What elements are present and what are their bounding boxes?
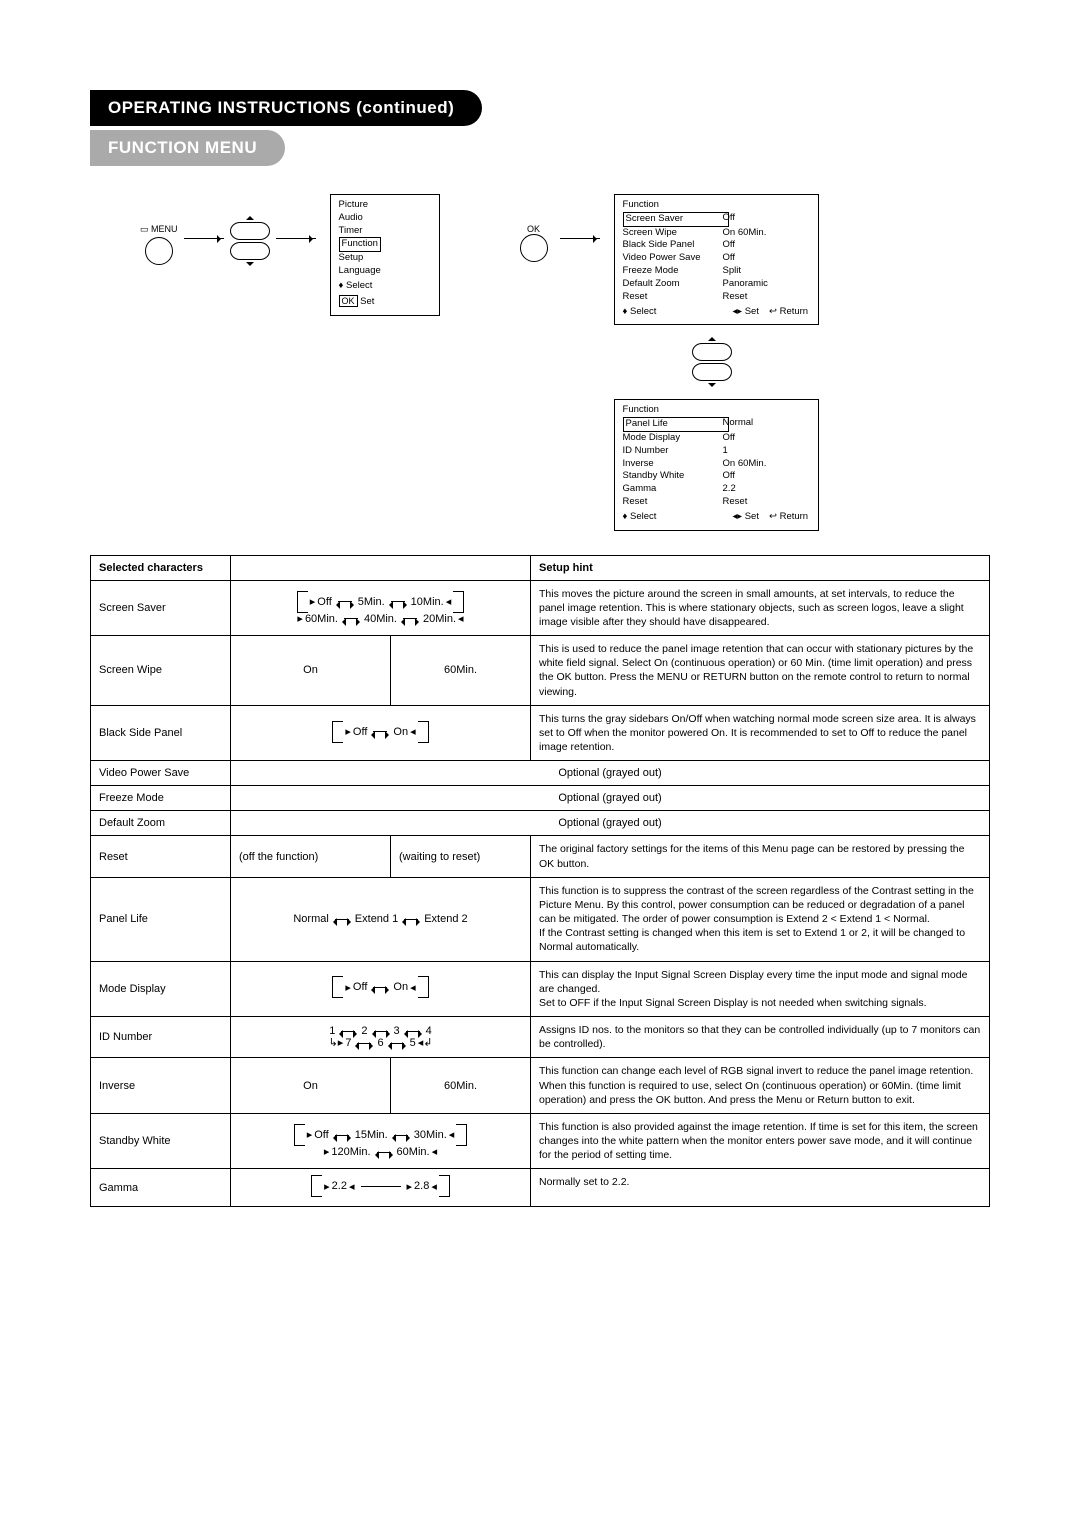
- arrow-right-icon: [184, 238, 224, 239]
- table-row: ID Number 1234 ↳▸765◂↲ Assigns ID nos. t…: [91, 1017, 990, 1058]
- screen-saver-options: ▸Off5Min.10Min.◂ ▸60Min.40Min.20Min.◂: [231, 580, 531, 636]
- table-row: Default Zoom Optional (grayed out): [91, 811, 990, 836]
- table-row: Freeze Mode Optional (grayed out): [91, 786, 990, 811]
- table-row: Panel Life NormalExtend 1Extend 2 This f…: [91, 877, 990, 961]
- table-row: Screen Wipe On 60Min. This is used to re…: [91, 636, 990, 706]
- table-row: Standby White ▸Off15Min.30Min.◂ ▸120Min.…: [91, 1113, 990, 1169]
- osd-menu-list: Picture Audio Timer Function Setup Langu…: [330, 194, 440, 316]
- col-setup-hint: Setup hint: [531, 555, 990, 580]
- heading-main: OPERATING INSTRUCTIONS (continued): [90, 90, 482, 126]
- table-row: Gamma ▸ 2.2 ◂▸ 2.8 ◂ Normally set to 2.2…: [91, 1169, 990, 1207]
- panel-life-options: NormalExtend 1Extend 2: [231, 877, 531, 961]
- navigation-diagram: ▭ MENU Picture Audio Timer Function Setu…: [140, 194, 990, 531]
- table-row: Video Power Save Optional (grayed out): [91, 761, 990, 786]
- function-settings-table: Selected characters Setup hint Screen Sa…: [90, 555, 990, 1208]
- osd-function-page-1: Function Screen SaverOff Screen WipeOn 6…: [614, 194, 820, 325]
- table-row: Screen Saver ▸Off5Min.10Min.◂ ▸60Min.40M…: [91, 580, 990, 636]
- heading-sub: FUNCTION MENU: [90, 130, 285, 166]
- id-number-options: 1234 ↳▸765◂↲: [231, 1017, 531, 1058]
- table-row: Reset (off the function) (waiting to res…: [91, 836, 990, 877]
- standby-white-options: ▸Off15Min.30Min.◂ ▸120Min.60Min.◂: [231, 1113, 531, 1169]
- updown-rocker-icon: [692, 333, 732, 391]
- updown-rocker-icon: [230, 212, 270, 270]
- ok-label: OK: [527, 224, 540, 234]
- mode-display-options: ▸ OffOn ◂: [231, 961, 531, 1017]
- menu-button-icon: [145, 237, 173, 265]
- col-selected-characters: Selected characters: [91, 555, 231, 580]
- table-row: Inverse On 60Min. This function can chan…: [91, 1058, 990, 1114]
- osd-function-page-2: Function Panel LifeNormal Mode DisplayOf…: [614, 399, 820, 530]
- black-side-options: ▸ OffOn ◂: [231, 705, 531, 761]
- gamma-options: ▸ 2.2 ◂▸ 2.8 ◂: [231, 1169, 531, 1207]
- ok-button-icon: [520, 234, 548, 262]
- table-row: Black Side Panel ▸ OffOn ◂ This turns th…: [91, 705, 990, 761]
- menu-label: ▭ MENU: [140, 224, 178, 235]
- arrow-right-icon: [560, 238, 600, 239]
- arrow-right-icon: [276, 238, 316, 239]
- table-row: Mode Display ▸ OffOn ◂ This can display …: [91, 961, 990, 1017]
